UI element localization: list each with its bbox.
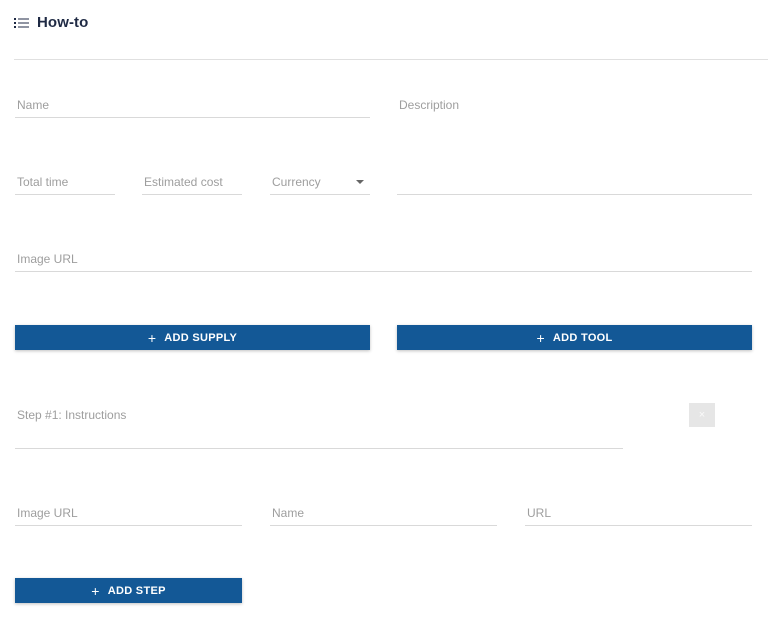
list-icon <box>14 16 30 30</box>
add-tool-label: ADD TOOL <box>552 331 613 344</box>
step-name-placeholder: Name <box>272 506 305 520</box>
step-url-placeholder: URL <box>527 506 552 520</box>
add-tool-button[interactable]: + ADD TOOL <box>397 325 752 350</box>
currency-select[interactable]: Currency <box>270 167 370 195</box>
header-divider <box>14 59 768 60</box>
chevron-down-icon <box>356 180 364 184</box>
total-time-field[interactable]: Total time <box>15 167 115 195</box>
plus-icon: + <box>147 329 157 346</box>
description-placeholder: Description <box>399 98 460 112</box>
step-url-field[interactable]: URL <box>525 499 752 526</box>
currency-placeholder: Currency <box>272 175 321 189</box>
image-url-placeholder: Image URL <box>17 252 78 266</box>
total-time-placeholder: Total time <box>17 175 69 189</box>
page-title: How-to <box>37 14 89 31</box>
page-header: How-to <box>14 14 88 31</box>
estimated-cost-field[interactable]: Estimated cost <box>142 167 242 195</box>
add-step-label: ADD STEP <box>107 584 166 597</box>
estimated-cost-placeholder: Estimated cost <box>144 175 223 189</box>
close-icon: × <box>698 409 706 421</box>
remove-step-button[interactable]: × <box>689 403 715 427</box>
step-image-url-field[interactable]: Image URL <box>15 499 242 526</box>
add-supply-button[interactable]: + ADD SUPPLY <box>15 325 370 350</box>
image-url-field[interactable]: Image URL <box>15 245 752 272</box>
step-instructions-field[interactable]: Step #1: Instructions <box>15 400 623 449</box>
name-field[interactable]: Name <box>15 90 370 118</box>
description-field[interactable] <box>397 167 752 195</box>
name-placeholder: Name <box>17 98 50 112</box>
step-image-url-placeholder: Image URL <box>17 506 78 520</box>
description-label-area: Description <box>397 90 752 117</box>
add-supply-label: ADD SUPPLY <box>164 331 238 344</box>
step-name-field[interactable]: Name <box>270 499 497 526</box>
step-instructions-placeholder: Step #1: Instructions <box>17 408 127 422</box>
plus-icon: + <box>91 582 100 599</box>
plus-icon: + <box>536 329 545 346</box>
add-step-button[interactable]: + ADD STEP <box>15 578 242 603</box>
